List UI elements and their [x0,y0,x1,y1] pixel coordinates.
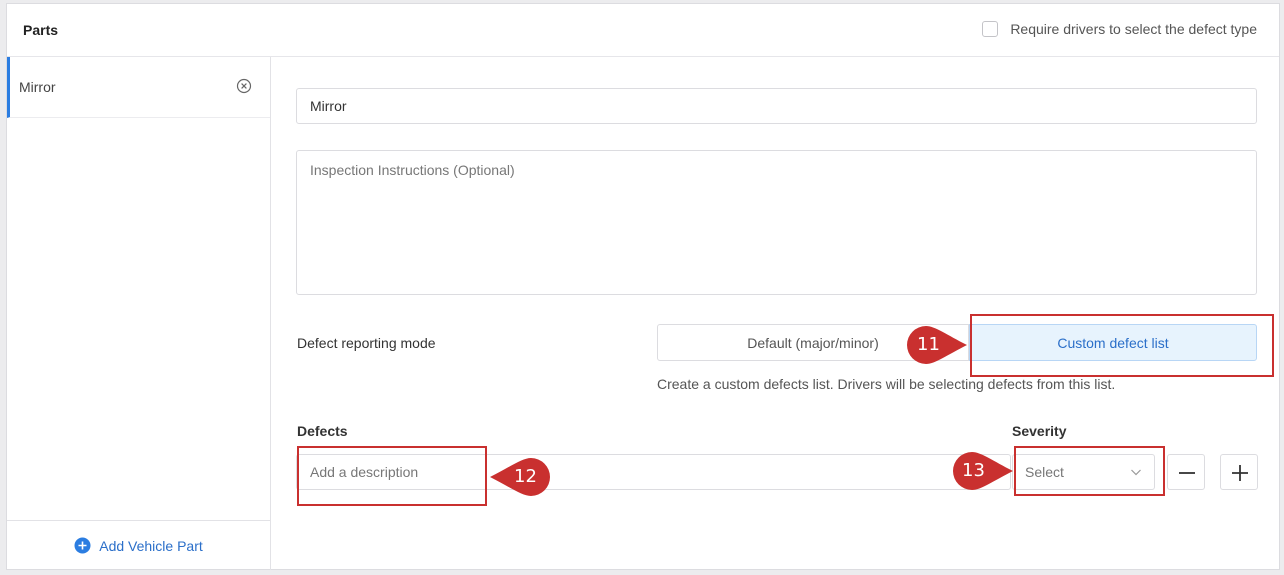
sidebar-item-label: Mirror [19,79,56,95]
callout-box-12 [297,446,487,506]
callout-box-11 [970,314,1274,377]
plus-icon [1232,465,1248,481]
part-name-input[interactable]: Mirror [296,88,1257,124]
minus-icon [1179,472,1195,474]
add-vehicle-part-label: Add Vehicle Part [99,537,203,554]
callout-badge-12: 12 [488,456,550,498]
defect-reporting-mode-label: Defect reporting mode [297,335,436,351]
add-defect-button[interactable] [1220,454,1258,490]
remove-defect-button[interactable] [1167,454,1205,490]
close-circle-icon[interactable] [236,78,252,94]
callout-box-13 [1014,446,1165,496]
plus-circle-icon [74,537,91,554]
require-defect-type-label: Require drivers to select the defect typ… [1010,21,1257,37]
callout-badge-13: 13 [951,450,1013,492]
require-defect-type-option[interactable]: Require drivers to select the defect typ… [982,21,1257,37]
severity-label: Severity [1012,423,1067,439]
inspection-instructions-textarea[interactable]: Inspection Instructions (Optional) [296,150,1257,295]
panel-header: Parts Require drivers to select the defe… [7,4,1279,57]
mode-hint: Create a custom defects list. Drivers wi… [657,376,1116,392]
require-defect-type-checkbox[interactable] [982,21,999,37]
callout-badge-11: 11 [905,324,967,366]
add-vehicle-part-button[interactable]: Add Vehicle Part [7,520,270,570]
parts-sidebar: Mirror Add Vehicle Part [7,57,271,570]
defects-label: Defects [297,423,348,439]
parts-panel: Parts Require drivers to select the defe… [6,3,1280,570]
panel-title: Parts [23,22,59,38]
sidebar-item-mirror[interactable]: Mirror [7,57,270,118]
